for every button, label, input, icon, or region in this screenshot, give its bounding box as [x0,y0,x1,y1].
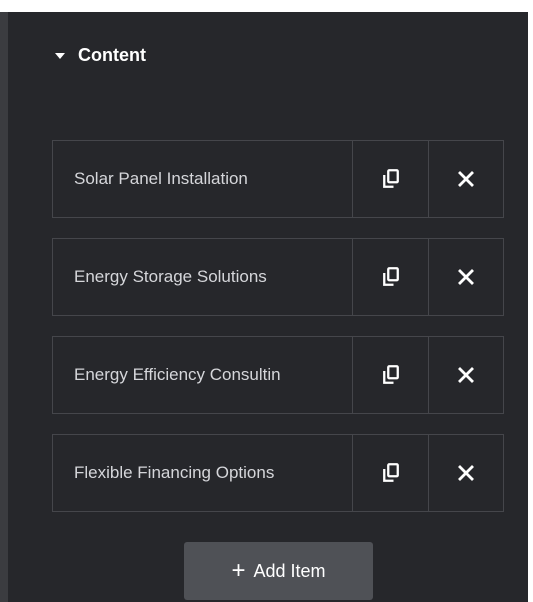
item-title[interactable]: Energy Efficiency Consultin [53,337,353,413]
remove-item-button[interactable] [429,337,503,413]
duplicate-item-button[interactable] [353,141,429,217]
list-item: Energy Storage Solutions [52,238,504,316]
list-item: Solar Panel Installation [52,140,504,218]
plus-icon: + [231,557,246,584]
item-title[interactable]: Solar Panel Installation [53,141,353,217]
copy-icon [382,365,399,384]
content-panel: Content Solar Panel Installation Energy … [0,12,528,602]
list-item: Energy Efficiency Consultin [52,336,504,414]
close-icon [458,171,474,187]
close-icon [458,465,474,481]
panel-rail [0,12,8,602]
duplicate-item-button[interactable] [353,435,429,511]
copy-icon [382,267,399,286]
caret-down-icon [55,52,65,59]
item-title[interactable]: Energy Storage Solutions [53,239,353,315]
close-icon [458,367,474,383]
remove-item-button[interactable] [429,435,503,511]
list-item: Flexible Financing Options [52,434,504,512]
add-item-button[interactable]: + Add Item [184,542,373,600]
copy-icon [382,463,399,482]
duplicate-item-button[interactable] [353,239,429,315]
item-title[interactable]: Flexible Financing Options [53,435,353,511]
add-item-label: Add Item [253,560,326,581]
section-title: Content [78,44,146,65]
content-section-toggle[interactable]: Content [55,43,146,67]
close-icon [458,269,474,285]
duplicate-item-button[interactable] [353,337,429,413]
remove-item-button[interactable] [429,239,503,315]
copy-icon [382,169,399,188]
remove-item-button[interactable] [429,141,503,217]
